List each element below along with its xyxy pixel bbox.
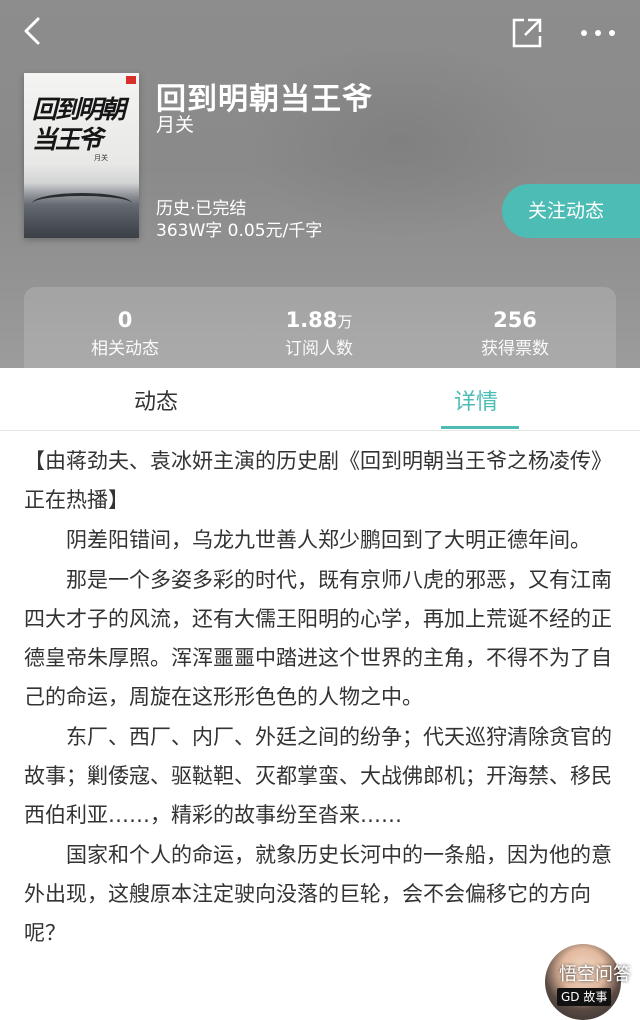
description-paragraph: 那是一个多姿多彩的时代，既有京师八虎的邪恶，又有江南四大才子的风流，还有大儒王阳… bbox=[24, 568, 612, 709]
description-paragraph: 东厂、西厂、内厂、外廷之间的纷争；代天巡狩清除贪官的故事；剿倭寇、驱鞑靼、灭都掌… bbox=[24, 725, 612, 827]
book-cover[interactable]: 回到明朝当王爷 月关 bbox=[24, 73, 139, 238]
stat-related-updates[interactable]: 0 相关动态 bbox=[35, 308, 215, 359]
book-header: 回到明朝当王爷 月关 回到明朝当王爷 月关 历史·已完结 363W字 0.05元… bbox=[0, 0, 640, 368]
stat-label: 获得票数 bbox=[481, 339, 549, 359]
cover-roof bbox=[32, 193, 132, 214]
cover-author: 月关 bbox=[94, 154, 108, 162]
stat-value: 0 bbox=[117, 308, 133, 332]
book-word-count-price: 363W字 0.05元/千字 bbox=[156, 221, 323, 241]
tab-bar: 动态 详情 bbox=[0, 368, 640, 431]
description-paragraph: 国家和个人的命运，就象历史长河中的一条船，因为他的意外出现，这艘原本注定驶向没落… bbox=[24, 843, 612, 945]
more-options-icon[interactable] bbox=[578, 18, 618, 48]
tab-updates[interactable]: 动态 bbox=[134, 384, 178, 416]
stat-value: 1.88万 bbox=[285, 308, 353, 332]
active-tab-indicator bbox=[441, 426, 519, 429]
description-paragraph: 阴差阳错间，乌龙九世善人郑少鹏回到了大明正德年间。 bbox=[66, 528, 591, 552]
cover-badge-icon bbox=[126, 76, 136, 84]
book-author[interactable]: 月关 bbox=[156, 110, 194, 137]
back-arrow-icon[interactable] bbox=[18, 16, 48, 46]
stat-votes[interactable]: 256 获得票数 bbox=[425, 308, 605, 359]
tab-details[interactable]: 详情 bbox=[454, 384, 498, 416]
stat-subscribers[interactable]: 1.88万 订阅人数 bbox=[229, 308, 409, 359]
book-description: 【由蒋劲夫、袁冰妍主演的历史剧《回到明朝当王爷之杨凌传》正在热播】 阴差阳错间，… bbox=[24, 442, 616, 953]
follow-updates-button[interactable]: 关注动态 bbox=[502, 184, 640, 238]
watermark-tag: GD 故事 bbox=[557, 988, 612, 1006]
share-icon[interactable] bbox=[508, 14, 546, 52]
watermark: 悟空问答 GD 故事 bbox=[545, 944, 635, 1020]
stat-label: 订阅人数 bbox=[285, 339, 353, 359]
stat-label: 相关动态 bbox=[91, 339, 159, 359]
description-paragraph: 【由蒋劲夫、袁冰妍主演的历史剧《回到明朝当王爷之杨凌传》正在热播】 bbox=[24, 449, 612, 512]
cover-title: 回到明朝当王爷 bbox=[32, 95, 126, 154]
watermark-text: 悟空问答 bbox=[559, 964, 631, 985]
stat-value: 256 bbox=[493, 308, 537, 332]
